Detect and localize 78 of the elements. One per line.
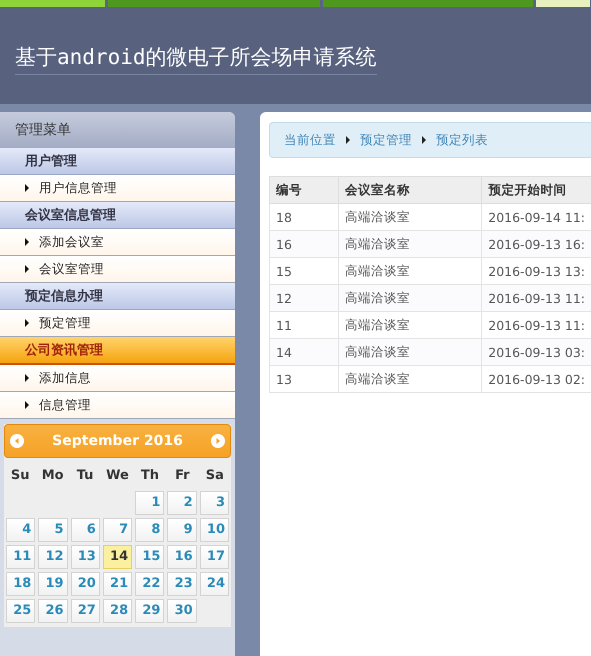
weekday-label: Tu	[76, 468, 94, 483]
triangle-icon	[25, 238, 29, 246]
calendar-title: September 2016	[52, 433, 183, 449]
table-cell: 2016-09-13 16:	[482, 230, 591, 258]
triangle-icon	[25, 401, 29, 409]
calendar-day[interactable]: 17	[200, 545, 229, 569]
menu-group[interactable]: 预定信息办理	[0, 283, 235, 310]
table-cell: 14	[270, 338, 338, 366]
calendar-day[interactable]: 15	[135, 545, 164, 569]
table-cell: 12	[270, 284, 338, 312]
menu-item[interactable]: 预定管理	[0, 310, 235, 337]
menu-group[interactable]: 用户管理	[0, 148, 235, 175]
menu-item[interactable]: 添加信息	[0, 365, 235, 392]
calendar-day[interactable]: 20	[70, 572, 100, 596]
calendar-day[interactable]: 30	[167, 599, 197, 623]
weekday-label: Su	[10, 468, 31, 483]
table-cell: 高端洽谈室	[338, 230, 482, 258]
calendar-day[interactable]: 5	[38, 518, 68, 542]
weekday-label: Mo	[40, 468, 65, 483]
calendar-day[interactable]: 22	[135, 572, 164, 596]
column-header: 编号	[270, 176, 338, 204]
prev-icon[interactable]	[10, 434, 24, 448]
table-cell: 2016-09-13 03:	[482, 338, 591, 366]
calendar-day[interactable]: 29	[135, 599, 164, 623]
calendar-day[interactable]: 3	[200, 491, 229, 515]
calendar-day[interactable]: 7	[102, 518, 132, 542]
table-cell: 2016-09-13 11:	[482, 284, 591, 312]
table-cell: 高端洽谈室	[338, 284, 482, 312]
table-cell: 16	[270, 230, 338, 258]
weekday-label: Sa	[204, 468, 225, 483]
table-cell: 高端洽谈室	[338, 366, 482, 392]
menu-group[interactable]: 公司资讯管理	[0, 337, 235, 365]
calendar-day[interactable]: 23	[167, 572, 197, 596]
weekday-label: Fr	[174, 468, 191, 483]
column-header: 预定开始时间	[482, 176, 591, 204]
menu-group[interactable]: 会议室信息管理	[0, 202, 235, 229]
calendar-day[interactable]: 21	[102, 572, 132, 596]
calendar-day[interactable]: 24	[200, 572, 229, 596]
triangle-icon	[25, 265, 29, 273]
calendar-day[interactable]: 10	[200, 518, 229, 542]
triangle-icon	[422, 136, 426, 144]
calendar-day[interactable]: 1	[135, 491, 164, 515]
sidebar-title: 管理菜单	[0, 112, 235, 148]
calendar-day[interactable]: 26	[38, 599, 68, 623]
calendar-day[interactable]: 6	[70, 518, 100, 542]
table-cell: 2016-09-13 02:	[482, 366, 591, 392]
calendar-day[interactable]: 11	[6, 545, 36, 569]
calendar-day[interactable]: 16	[167, 545, 197, 569]
breadcrumb-link[interactable]: 预定列表	[436, 132, 488, 148]
triangle-icon	[346, 136, 350, 144]
triangle-icon	[25, 319, 29, 327]
calendar-day[interactable]: 9	[167, 518, 197, 542]
calendar-day[interactable]: 19	[38, 572, 68, 596]
breadcrumb-link[interactable]: 预定管理	[360, 132, 412, 148]
calendar-day[interactable]: 12	[38, 545, 68, 569]
triangle-icon	[25, 374, 29, 382]
menu-item[interactable]: 会议室管理	[0, 256, 235, 283]
next-icon[interactable]	[210, 434, 225, 448]
breadcrumb-link[interactable]: 当前位置	[284, 132, 336, 148]
menu-item[interactable]: 信息管理	[0, 392, 235, 419]
table-cell: 13	[270, 366, 338, 392]
calendar-day[interactable]: 4	[6, 518, 36, 542]
calendar-day[interactable]: 28	[102, 599, 132, 623]
weekday-label: Th	[140, 468, 160, 483]
calendar-day[interactable]: 27	[70, 599, 100, 623]
column-header: 会议室名称	[338, 176, 482, 204]
menu-item[interactable]: 添加会议室	[0, 229, 235, 256]
calendar-day[interactable]: 2	[167, 491, 197, 515]
calendar-day[interactable]: 14	[102, 545, 132, 569]
weekday-label: We	[105, 468, 130, 483]
table-cell: 高端洽谈室	[338, 338, 482, 366]
triangle-icon	[25, 184, 29, 192]
calendar-day[interactable]: 18	[6, 572, 36, 596]
calendar-day[interactable]: 13	[70, 545, 100, 569]
menu-item[interactable]: 用户信息管理	[0, 175, 235, 202]
app-title: 基于android的微电子所会场申请系统	[15, 42, 377, 74]
calendar-day[interactable]: 8	[135, 518, 164, 542]
calendar-day[interactable]: 25	[6, 599, 36, 623]
